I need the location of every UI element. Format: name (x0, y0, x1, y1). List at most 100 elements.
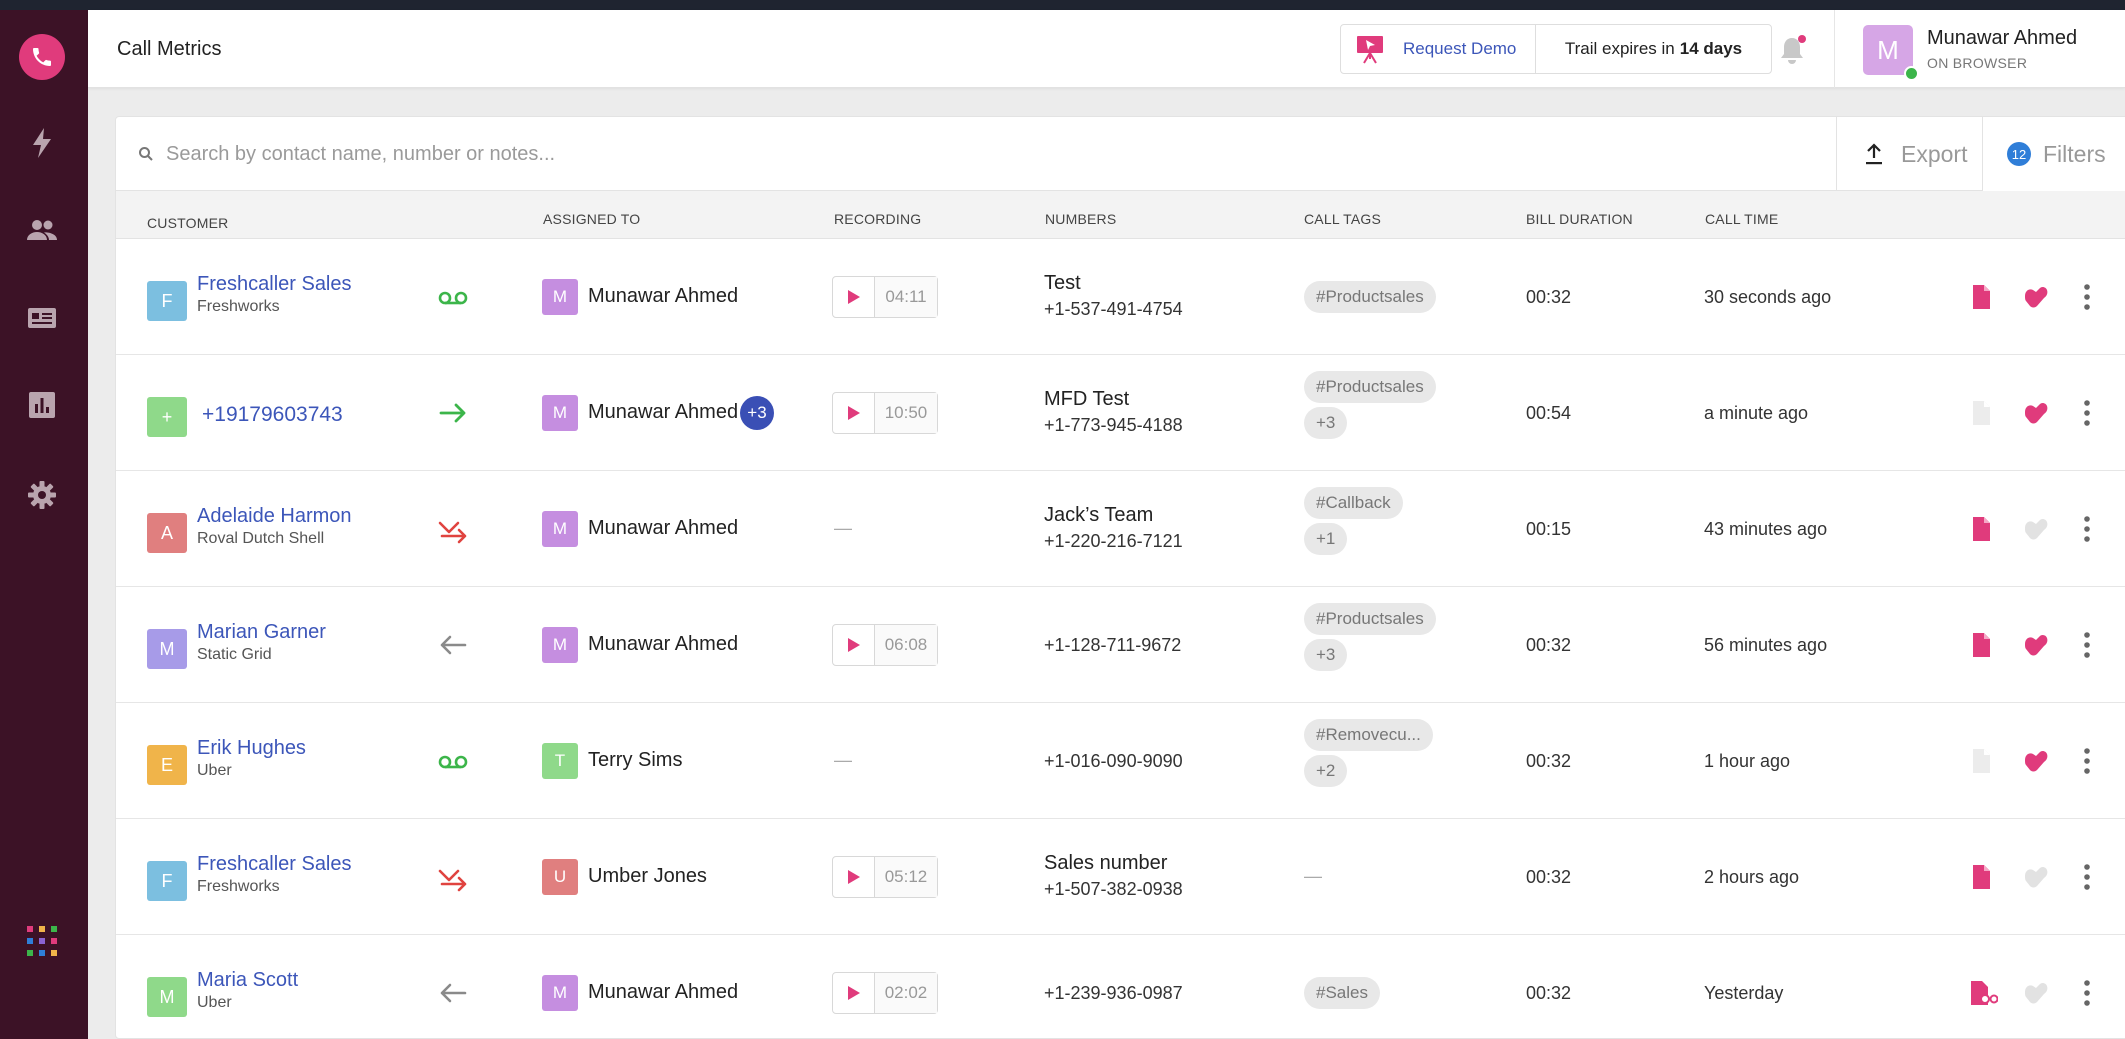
recording-player[interactable]: 04:11 (832, 276, 938, 318)
call-time: a minute ago (1704, 403, 1809, 423)
bill-duration: 00:32 (1526, 635, 1572, 655)
note-voicemail-icon[interactable] (1968, 980, 1999, 1006)
call-time: Yesterday (1704, 983, 1784, 1003)
notification-bell-icon[interactable] (1772, 32, 1812, 72)
recording-player[interactable]: 05:12 (832, 856, 938, 898)
call-row[interactable]: F Freshcaller Sales Freshworks U Umber Jones… (116, 819, 2125, 935)
agent-avatar: M (542, 279, 578, 315)
hand-rating-icon[interactable] (2021, 630, 2051, 660)
app-grid-icon[interactable] (26, 925, 58, 957)
customer-number-link[interactable]: +19179603743 (202, 403, 343, 427)
note-icon[interactable] (1968, 284, 1994, 310)
agent-name: Munawar Ahmed (588, 401, 739, 423)
customer-avatar: E (147, 745, 187, 785)
customer-name-link[interactable]: Adelaide Harmon (197, 505, 352, 528)
call-tag-more[interactable]: +3 (1304, 407, 1348, 439)
column-bill-duration[interactable]: BILL DURATION (1526, 211, 1633, 227)
play-icon[interactable] (833, 857, 875, 897)
more-options-icon[interactable] (2074, 978, 2100, 1008)
customer-avatar: + (147, 397, 187, 437)
customer-name-link[interactable]: Maria Scott (197, 969, 298, 992)
call-tag[interactable]: #Sales (1304, 977, 1380, 1009)
column-assigned-to[interactable]: ASSIGNED TO (543, 211, 640, 227)
customer-name-link[interactable]: Erik Hughes (197, 737, 306, 760)
call-tag[interactable]: #Removecu... (1304, 719, 1433, 751)
more-options-icon[interactable] (2074, 862, 2100, 892)
request-demo-button[interactable]: Request Demo (1341, 25, 1536, 73)
more-options-icon[interactable] (2074, 746, 2100, 776)
user-name[interactable]: Munawar Ahmed (1927, 27, 2077, 50)
call-row[interactable]: A Adelaide Harmon Roval Dutch Shell M Munawa… (116, 471, 2125, 587)
trial-days: 14 days (1679, 39, 1743, 58)
phone-logo-icon[interactable] (19, 34, 65, 80)
column-call-time[interactable]: CALL TIME (1705, 211, 1778, 227)
filters-label: Filters (2043, 140, 2106, 167)
more-options-icon[interactable] (2074, 398, 2100, 428)
call-row[interactable]: M Marian Garner Static Grid M Munawar Ahmed 0… (116, 587, 2125, 703)
call-row[interactable]: F Freshcaller Sales Freshworks M Munawar Ahm… (116, 239, 2125, 355)
filters-button[interactable]: 12 Filters (1982, 117, 2125, 191)
agent-name: Terry Sims (588, 749, 683, 771)
call-row[interactable]: E Erik Hughes Uber T Terry Sims — +1-016-090-9… (116, 703, 2125, 819)
page-title: Call Metrics (117, 38, 222, 60)
call-metrics-panel: Export 12 Filters CUSTOMER ASSIGNED TO R… (115, 116, 2125, 1039)
contacts-icon[interactable] (22, 210, 62, 250)
play-icon[interactable] (833, 625, 875, 665)
hand-rating-icon[interactable] (2021, 514, 2051, 544)
play-icon[interactable] (833, 393, 875, 433)
call-tag[interactable]: #Callback (1304, 487, 1403, 519)
bill-duration: 00:32 (1526, 983, 1572, 1003)
call-tag-more[interactable]: +1 (1304, 523, 1348, 555)
phone-number: +1-773-945-4188 (1044, 415, 1183, 435)
more-options-icon[interactable] (2074, 630, 2100, 660)
customer-name-link[interactable]: Freshcaller Sales (197, 853, 352, 876)
note-icon[interactable] (1968, 516, 1994, 542)
customer-name-link[interactable]: Marian Garner (197, 621, 326, 644)
play-icon[interactable] (833, 973, 875, 1013)
play-icon[interactable] (833, 277, 875, 317)
customer-company: Freshworks (197, 298, 280, 315)
search-input[interactable] (166, 135, 1316, 173)
recording-player[interactable]: 02:02 (832, 972, 938, 1014)
analytics-icon[interactable] (22, 385, 62, 425)
recording-duration: 02:02 (875, 973, 937, 1013)
hand-rating-icon[interactable] (2021, 978, 2051, 1008)
hand-rating-icon[interactable] (2021, 282, 2051, 312)
sidebar (0, 10, 88, 1039)
customer-name-link[interactable]: Freshcaller Sales (197, 273, 352, 296)
filters-count-badge: 12 (2007, 142, 2031, 166)
hand-rating-icon[interactable] (2021, 862, 2051, 892)
hand-rating-icon[interactable] (2021, 398, 2051, 428)
more-options-icon[interactable] (2074, 282, 2100, 312)
recording-player[interactable]: 06:08 (832, 624, 938, 666)
note-icon[interactable] (1968, 864, 1994, 890)
online-status-dot (1904, 66, 1919, 81)
more-agents-badge[interactable]: +3 (740, 396, 774, 430)
customer-avatar: A (147, 513, 187, 553)
agent-name: Munawar Ahmed (588, 633, 739, 655)
call-log-icon[interactable] (22, 298, 62, 338)
call-tag-more[interactable]: +3 (1304, 639, 1348, 671)
agent-avatar: M (542, 395, 578, 431)
customer-avatar: M (147, 629, 187, 669)
note-icon[interactable] (1968, 632, 1994, 658)
column-call-tags[interactable]: CALL TAGS (1304, 211, 1381, 227)
settings-gear-icon[interactable] (22, 475, 62, 515)
call-tag[interactable]: #Productsales (1304, 281, 1436, 313)
call-tag-more[interactable]: +2 (1304, 755, 1348, 787)
call-row[interactable]: + +19179603743 M Munawar Ahmed +3 10:50 MFD Te… (116, 355, 2125, 471)
recording-player[interactable]: 10:50 (832, 392, 938, 434)
more-options-icon[interactable] (2074, 514, 2100, 544)
hand-rating-icon[interactable] (2021, 746, 2051, 776)
call-tag[interactable]: #Productsales (1304, 603, 1436, 635)
note-icon[interactable] (1968, 400, 1994, 426)
upload-icon (1866, 143, 1882, 165)
note-icon[interactable] (1968, 748, 1994, 774)
lightning-icon[interactable] (22, 123, 62, 163)
column-recording[interactable]: RECORDING (834, 211, 921, 227)
column-customer[interactable]: CUSTOMER (147, 215, 228, 231)
call-tag[interactable]: #Productsales (1304, 371, 1436, 403)
column-numbers[interactable]: NUMBERS (1045, 211, 1116, 227)
header-divider (1834, 10, 1835, 88)
call-row[interactable]: M Maria Scott Uber M Munawar Ahmed 02:02 +1-23… (116, 935, 2125, 1038)
